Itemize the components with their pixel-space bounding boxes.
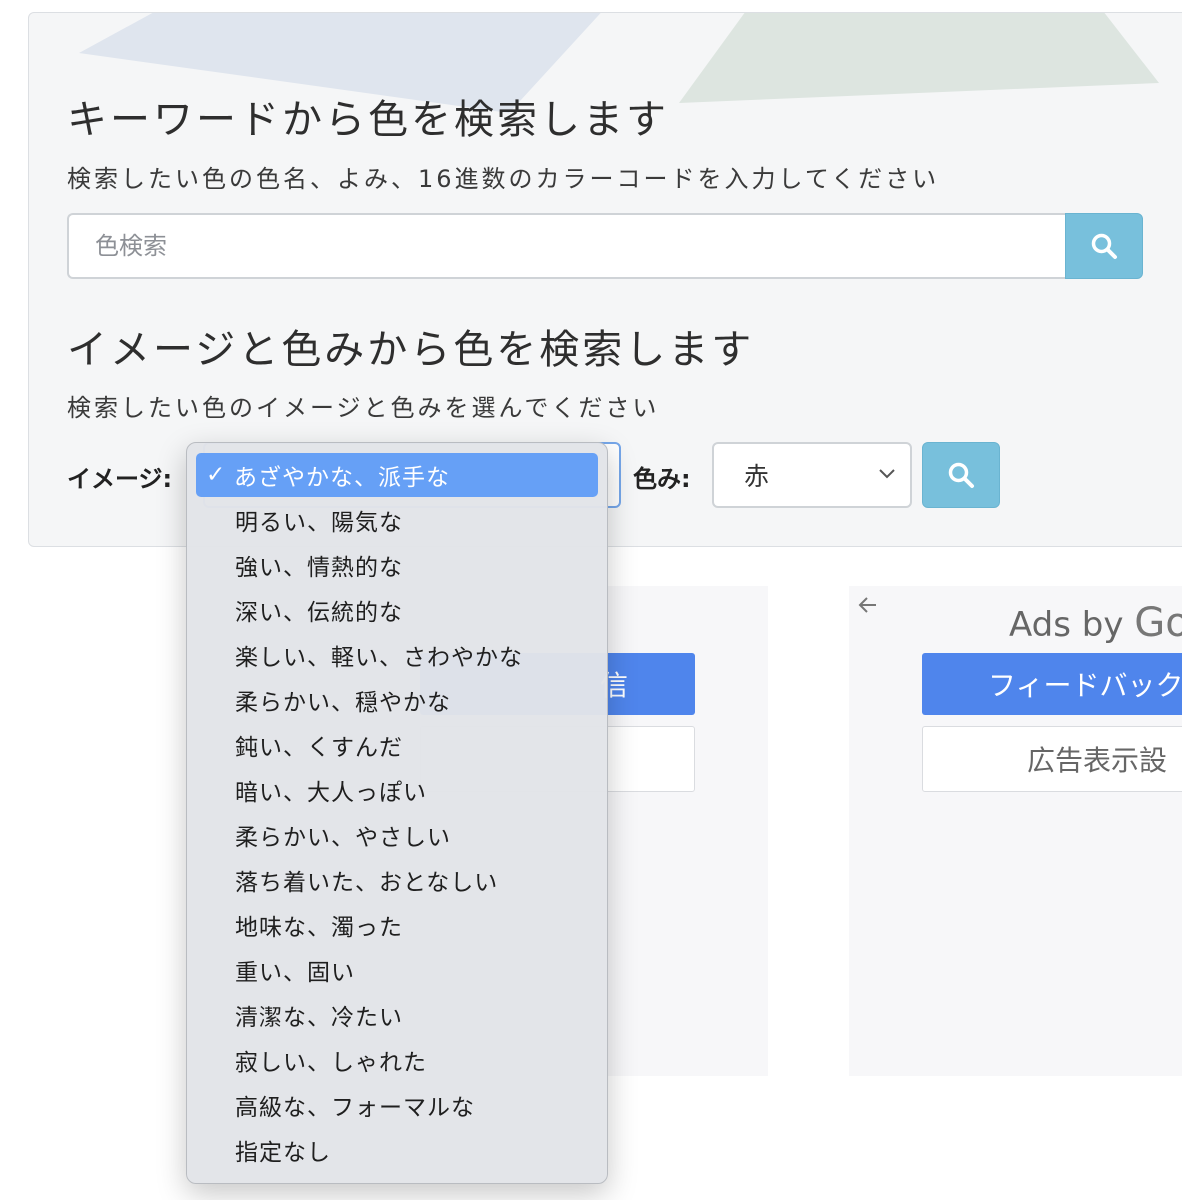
image-search-title: イメージと色みから色を検索します [67, 327, 755, 373]
dropdown-option-label: あざやかな、派手な [234, 465, 450, 491]
dropdown-option[interactable]: 暗い、大人っぽい [187, 767, 607, 812]
image-search-description: 検索したい色のイメージと色みを選んでください [67, 394, 660, 422]
image-search-button[interactable] [922, 442, 1000, 508]
back-arrow-icon[interactable] [857, 594, 879, 616]
feedback-button[interactable]: フィードバック [922, 653, 1182, 715]
dropdown-option[interactable]: 柔らかい、やさしい [187, 812, 607, 857]
dropdown-option[interactable]: 明るい、陽気な [187, 497, 607, 542]
dropdown-option[interactable]: 強い、情熱的な [187, 542, 607, 587]
chevron-down-icon [879, 469, 895, 479]
ad-settings-button[interactable]: 広告表示設 [922, 726, 1182, 792]
search-icon [948, 462, 974, 488]
feedback-button-label: フィードバック [988, 669, 1182, 702]
dropdown-option[interactable]: 楽しい、軽い、さわやかな [187, 632, 607, 677]
ad-panel-right: Ads by Go フィードバック 広告表示設 [849, 586, 1182, 1076]
ads-by-google-label: Ads by Go [1009, 600, 1182, 646]
dropdown-option[interactable]: 柔らかい、穏やかな [187, 677, 607, 722]
hue-select-value: 赤 [744, 462, 770, 491]
keyword-search-title: キーワードから色を検索します [67, 97, 669, 143]
dropdown-option[interactable]: 高級な、フォーマルな [187, 1082, 607, 1127]
search-icon [1091, 233, 1117, 259]
ads-by-prefix: Ads by [1009, 605, 1135, 645]
hue-label: 色み: [633, 465, 691, 493]
dropdown-option[interactable]: 清潔な、冷たい [187, 992, 607, 1037]
dropdown-option[interactable]: 指定なし [187, 1127, 607, 1172]
image-label: イメージ: [67, 465, 173, 493]
dropdown-option[interactable]: 深い、伝統的な [187, 587, 607, 632]
dropdown-option[interactable]: 重い、固い [187, 947, 607, 992]
dropdown-option[interactable]: ✓ あざやかな、派手な [196, 453, 598, 497]
dropdown-option[interactable]: 地味な、濁った [187, 902, 607, 947]
ad-settings-button-label: 広告表示設 [1027, 744, 1168, 777]
keyword-search-description: 検索したい色の色名、よみ、16進数のカラーコードを入力してください [67, 165, 940, 193]
dropdown-option[interactable]: 落ち着いた、おとなしい [187, 857, 607, 902]
dropdown-option[interactable]: 鈍い、くすんだ [187, 722, 607, 767]
hue-select[interactable]: 赤 [712, 442, 912, 508]
color-search-input[interactable] [67, 213, 1067, 279]
ads-by-brand: Go [1134, 600, 1182, 646]
image-dropdown-menu: ✓ あざやかな、派手な 明るい、陽気な 強い、情熱的な 深い、伝統的な 楽しい、… [186, 442, 608, 1184]
checkmark-icon: ✓ [206, 462, 227, 488]
dropdown-option[interactable]: 寂しい、しゃれた [187, 1037, 607, 1082]
keyword-search-button[interactable] [1065, 213, 1143, 279]
